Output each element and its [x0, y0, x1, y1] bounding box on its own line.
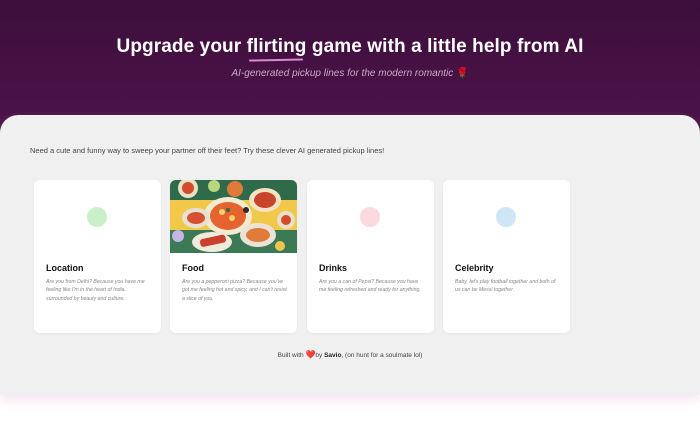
card-title: Food [182, 263, 204, 273]
page-title: Upgrade your flirting game with a little… [0, 36, 700, 62]
card-celebrity[interactable]: Celebrity Baby, let's play football toge… [443, 180, 570, 333]
card-location[interactable]: Location Are you from Delhi? Because you… [34, 180, 161, 333]
content-panel: Need a cute and funny way to sweep your … [0, 115, 700, 395]
intro-text: Need a cute and funny way to sweep your … [30, 146, 385, 155]
card-drinks[interactable]: Drinks Are you a can of Pepsi? Because y… [307, 180, 434, 333]
author-name: Savio [324, 352, 342, 359]
highlight-underline [248, 58, 303, 62]
card-title: Location [46, 263, 84, 273]
page-subtitle: AI-generated pickup lines for the modern… [0, 68, 700, 79]
food-illustration [170, 180, 297, 253]
card-food[interactable]: Food Are you a pepperoni pizza? Because … [170, 180, 297, 333]
rose-icon: 🌹 [456, 68, 469, 79]
card-description: Are you a can of Pepsi? Because you have… [319, 279, 421, 294]
built-with-text: Built with [277, 352, 304, 359]
footer-credit: Built with ❤️by Savio, (on hunt for a so… [0, 350, 700, 359]
subtitle-text: AI-generated pickup lines for the modern… [231, 68, 454, 79]
title-highlight: flirting [246, 36, 307, 62]
drinks-dot-icon [360, 207, 380, 227]
card-title: Drinks [319, 263, 348, 273]
title-highlight-word: flirting [246, 36, 307, 57]
card-description: Are you from Delhi? Because you have me … [46, 279, 145, 302]
card-title: Celebrity [455, 263, 494, 273]
footer-tail: , (on hunt for a soulmate lol) [341, 352, 423, 359]
card-description: Baby, let's play football together and b… [455, 279, 556, 294]
celebrity-dot-icon [496, 207, 516, 227]
by-text: by [315, 352, 323, 359]
card-description: Are you a pepperoni pizza? Because you'v… [182, 279, 287, 302]
title-part: Upgrade your [116, 36, 247, 57]
heart-icon: ❤️ [305, 350, 316, 359]
title-part: game with a little help from AI [306, 36, 584, 57]
location-dot-icon [87, 207, 107, 227]
